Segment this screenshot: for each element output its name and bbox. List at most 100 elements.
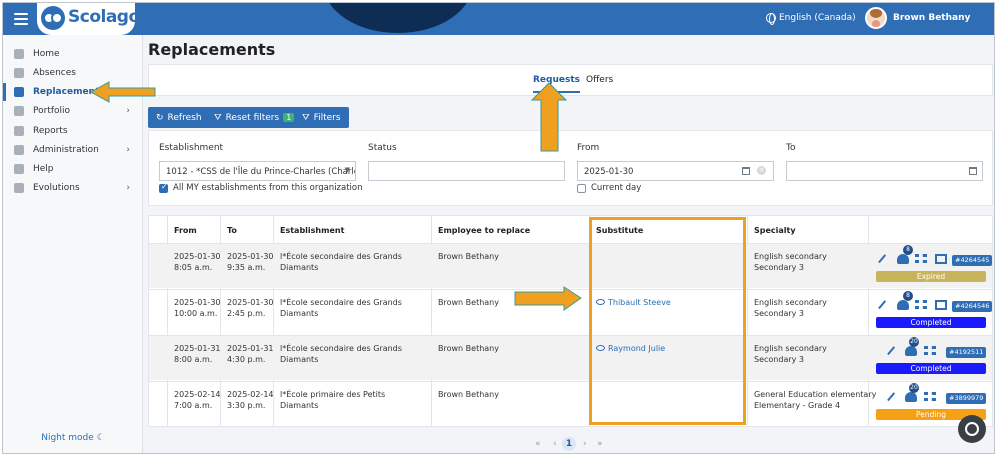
column-header-specialty[interactable]: Specialty: [754, 226, 796, 235]
request-id-badge[interactable]: #4264546: [952, 301, 993, 312]
image-icon[interactable]: [935, 254, 947, 264]
candidates-icon[interactable]: [897, 300, 909, 310]
sidebar-item-label: Absences: [33, 68, 76, 78]
candidates-icon[interactable]: [905, 346, 917, 356]
tab-requests[interactable]: Requests: [533, 75, 581, 93]
filters-panel: Establishment 1012 - *CSS de l'Île du Pr…: [148, 130, 993, 206]
from-cell: 2025-01-30 10:00 a.m.: [174, 297, 221, 319]
candidates-icon[interactable]: [905, 392, 917, 402]
request-id-badge[interactable]: #4264545: [952, 255, 993, 266]
employee-cell: Brown Bethany: [438, 252, 499, 261]
all-establishments-label: All MY establishments from this organiza…: [173, 183, 363, 193]
night-mode-toggle[interactable]: Night mode ☾: [3, 433, 143, 443]
filter-clear-icon: ⛛: [214, 112, 222, 123]
from-date: 2025-02-14: [174, 390, 221, 399]
establishment-select[interactable]: 1012 - *CSS de l'Île du Prince-Charles (…: [159, 161, 356, 181]
pager-prev[interactable]: ‹: [553, 439, 557, 449]
specialty-cell: English secondary Secondary 3: [754, 343, 827, 365]
table-row[interactable]: 2025-01-30 8:05 a.m. 2025-01-30 9:35 a.m. …: [149, 243, 993, 288]
tab-offers[interactable]: Offers: [586, 75, 613, 85]
sidebar-item-portfolio[interactable]: Portfolio ›: [3, 102, 143, 120]
hierarchy-icon[interactable]: [915, 300, 927, 309]
to-date: 2025-01-30: [227, 298, 274, 307]
sidebar-item-home[interactable]: Home: [3, 45, 143, 63]
pager-current[interactable]: 1: [562, 437, 576, 451]
pager-first[interactable]: «: [535, 439, 541, 449]
establishment-value: 1012 - *CSS de l'Île du Prince-Charles (…: [166, 167, 356, 177]
hamburger-menu-icon[interactable]: [14, 11, 28, 25]
status-badge: Completed: [876, 317, 986, 328]
candidates-count-badge: 8: [903, 291, 913, 301]
avatar[interactable]: [865, 7, 887, 29]
from-time: 8:00 a.m.: [174, 355, 213, 364]
to-time: 4:30 p.m.: [227, 355, 266, 364]
replacements-table: From To Establishment Employee to replac…: [148, 215, 993, 427]
table-row[interactable]: 2025-01-31 8:00 a.m. 2025-01-31 4:30 p.m. …: [149, 335, 992, 380]
chevron-down-icon: ▼: [344, 166, 350, 174]
to-cell: 2025-02-14 3:30 p.m.: [227, 389, 274, 411]
to-date-field[interactable]: [786, 161, 983, 181]
from-cell: 2025-01-31 8:00 a.m.: [174, 343, 221, 365]
pager-last[interactable]: »: [597, 439, 603, 449]
status-badge: Expired: [876, 271, 986, 282]
hierarchy-icon[interactable]: [924, 346, 936, 355]
clear-icon[interactable]: ×: [757, 166, 766, 175]
request-id-badge[interactable]: #4192511: [946, 347, 987, 358]
to-label: To: [786, 143, 796, 153]
specialty-line-2: Elementary - Grade 4: [754, 401, 841, 410]
specialty-line-1: English secondary: [754, 298, 827, 307]
hierarchy-icon[interactable]: [924, 392, 936, 401]
column-header-from[interactable]: From: [174, 226, 197, 235]
to-date: 2025-01-31: [227, 344, 274, 353]
pager-next[interactable]: ›: [583, 439, 587, 449]
calendar-icon[interactable]: [742, 167, 750, 175]
refresh-button[interactable]: ↻ Refresh: [148, 107, 210, 128]
help-chat-button[interactable]: [958, 415, 986, 443]
column-header-to[interactable]: To: [227, 226, 237, 235]
request-id-badge[interactable]: #3899979: [946, 393, 987, 404]
language-label: English (Canada): [779, 13, 856, 23]
table-row[interactable]: 2025-01-30 10:00 a.m. 2025-01-30 2:45 p.m.…: [149, 289, 993, 334]
sidebar-item-replacements[interactable]: Replacements: [3, 83, 143, 101]
to-cell: 2025-01-31 4:30 p.m.: [227, 343, 274, 365]
sidebar-item-absences[interactable]: Absences: [3, 64, 143, 82]
sidebar-item-label: Home: [33, 49, 60, 59]
status-select[interactable]: [368, 161, 565, 181]
edit-icon[interactable]: [878, 254, 887, 264]
edit-icon[interactable]: [887, 392, 896, 402]
current-day-checkbox[interactable]: [577, 184, 586, 193]
edit-icon[interactable]: [878, 300, 887, 310]
candidates-icon[interactable]: [897, 254, 909, 264]
brand-logo[interactable]: Scolago: [37, 3, 140, 35]
sidebar-item-help[interactable]: Help: [3, 160, 143, 178]
image-icon[interactable]: [935, 300, 947, 310]
establishment-line-1: l*École secondaire des Grands: [280, 344, 402, 353]
establishment-line-1: l*École primaire des Petits: [280, 390, 386, 399]
sidebar-item-label: Evolutions: [33, 183, 80, 193]
sidebar: Home Absences Replacements Portfolio › R…: [3, 35, 143, 453]
filters-button[interactable]: ⛛ Filters: [294, 107, 349, 128]
all-establishments-checkbox[interactable]: [159, 182, 168, 193]
owl-logo-icon: [41, 6, 65, 30]
reset-filters-count-badge: 1: [283, 113, 295, 122]
calendar-icon[interactable]: [969, 167, 977, 175]
establishment-cell: l*École primaire des Petits Diamants: [280, 389, 385, 411]
language-selector[interactable]: English (Canada): [766, 13, 856, 25]
question-icon: [14, 164, 24, 174]
sidebar-item-administration[interactable]: Administration ›: [3, 141, 143, 159]
current-day-label: Current day: [591, 183, 642, 193]
table-row[interactable]: 2025-02-14 7:00 a.m. 2025-02-14 3:30 p.m. …: [149, 381, 992, 426]
sidebar-item-evolutions[interactable]: Evolutions ›: [3, 179, 143, 197]
edit-icon[interactable]: [887, 346, 896, 356]
hierarchy-icon[interactable]: [915, 254, 927, 263]
specialty-cell: General Education elementary Elementary -…: [754, 389, 876, 411]
chevron-right-icon: ›: [126, 145, 130, 155]
column-header-employee[interactable]: Employee to replace: [438, 226, 530, 235]
reset-filters-button[interactable]: ⛛ Reset filters 1: [206, 107, 303, 128]
candidates-count-badge: 20: [909, 337, 919, 347]
from-time: 10:00 a.m.: [174, 309, 218, 318]
trophy-icon: [14, 106, 24, 116]
user-name[interactable]: Brown Bethany: [893, 13, 970, 23]
sidebar-item-reports[interactable]: Reports: [3, 122, 143, 140]
column-header-establishment[interactable]: Establishment: [280, 226, 344, 235]
